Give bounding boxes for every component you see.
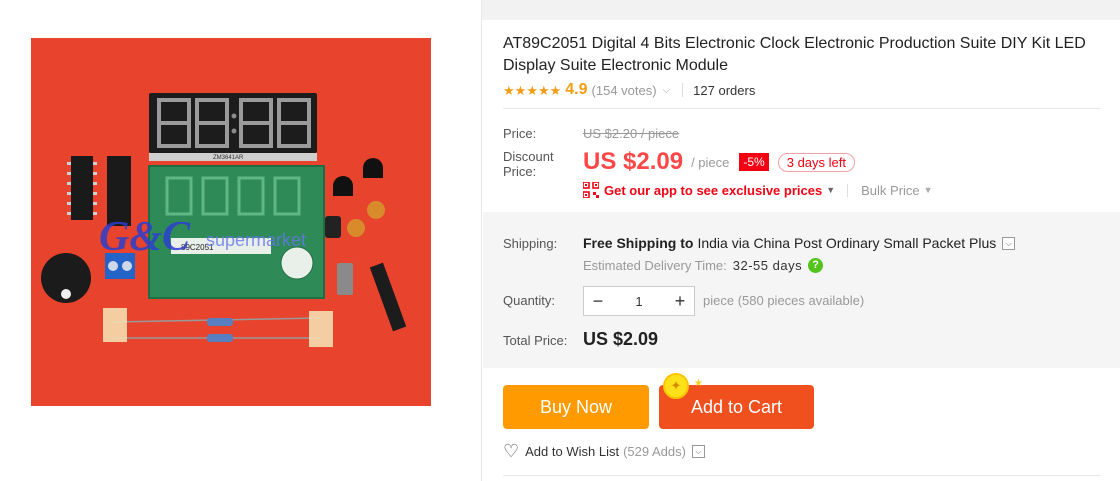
quantity-stepper: − 1 + <box>583 286 695 316</box>
increase-quantity-button[interactable]: + <box>666 291 694 312</box>
shipping-method[interactable]: Free Shipping to India via China Post Or… <box>583 235 1016 251</box>
orders-count: 127 orders <box>693 82 756 98</box>
product-photo: ZM3641AR 89C2051 G&C supermarket <box>31 38 431 406</box>
caret-down-icon[interactable]: ▼ <box>826 185 835 195</box>
decrease-quantity-button[interactable]: − <box>584 291 612 312</box>
product-title: AT89C2051 Digital 4 Bits Electronic Cloc… <box>503 35 1086 74</box>
star-icon: ★ <box>526 82 538 98</box>
star-icon: ★ <box>694 378 703 389</box>
app-price-row: Get our app to see exclusive prices ▼ Bu… <box>583 181 945 199</box>
estimated-delivery-label: Estimated Delivery Time: <box>583 258 727 273</box>
votes-count[interactable]: (154 votes) <box>592 83 657 98</box>
bulk-price-link[interactable]: Bulk Price <box>861 183 920 198</box>
divider <box>847 183 849 197</box>
wish-list-row[interactable]: ♡ Add to Wish List (529 Adds) ⌵ <box>503 442 705 460</box>
price-label: Price: <box>503 126 537 141</box>
divider <box>503 108 1100 109</box>
divider <box>682 83 684 97</box>
rating-value[interactable]: 4.9 <box>565 81 587 99</box>
app-prices-link[interactable]: Get our app to see exclusive prices <box>604 183 822 198</box>
star-icon: ★ <box>503 82 515 98</box>
current-price: US $2.09 <box>583 148 684 175</box>
discount-price-label: Discount Price: <box>503 149 554 179</box>
shipping-destination: India via China Post Ordinary Small Pack… <box>697 235 997 251</box>
chevron-down-icon[interactable]: ⌵ <box>1002 236 1016 250</box>
svg-text:supermarket: supermarket <box>206 230 306 250</box>
price-unit: / piece <box>691 154 730 170</box>
current-price-row: US $2.09 / piece -5% 3 days left <box>583 147 855 177</box>
product-image[interactable]: ZM3641AR 89C2051 G&C supermarket <box>31 38 431 406</box>
divider <box>503 475 1100 476</box>
top-strip <box>482 0 1120 20</box>
chevron-down-icon[interactable]: ⌵ <box>663 85 671 96</box>
total-price-value: US $2.09 <box>583 329 659 349</box>
original-price: US $2.20 / piece <box>583 126 680 141</box>
quantity-label: Quantity: <box>503 293 556 308</box>
rating-row: ★ ★ ★ ★ ★ 4.9 (154 votes) ⌵ 127 orders <box>503 80 755 100</box>
rating-stars[interactable]: ★ ★ ★ ★ ★ <box>503 84 561 97</box>
star-icon: ★ <box>537 82 550 98</box>
wish-list-link[interactable]: Add to Wish List <box>525 444 619 459</box>
estimated-delivery: Estimated Delivery Time: 32-55 days ? <box>583 258 824 273</box>
caret-down-icon[interactable]: ▼ <box>924 185 933 195</box>
quantity-availability: piece (580 pieces available) <box>703 293 865 308</box>
heart-icon[interactable]: ♡ <box>503 442 519 460</box>
quantity-input[interactable]: 1 <box>612 294 666 309</box>
help-icon[interactable]: ? <box>808 258 824 273</box>
product-detail-panel: AT89C2051 Digital 4 Bits Electronic Cloc… <box>481 0 1120 481</box>
buy-now-button[interactable]: Buy Now <box>503 385 649 429</box>
qr-code-icon <box>583 182 599 198</box>
discount-badge: -5% <box>739 153 769 171</box>
total-price-label: Total Price: <box>503 333 568 348</box>
star-icon: ★ <box>514 82 527 98</box>
shipping-label: Shipping: <box>503 236 558 251</box>
svg-text:ZM3641AR: ZM3641AR <box>213 155 244 161</box>
sparkle-icon: ✦ <box>663 373 689 399</box>
chevron-down-icon[interactable]: ⌵ <box>691 444 705 458</box>
svg-text:G&C: G&C <box>99 214 191 260</box>
free-shipping-text: Free Shipping to <box>583 235 694 251</box>
estimated-delivery-value: 32-55 days <box>732 258 803 273</box>
star-icon: ★ <box>549 82 562 98</box>
days-left-badge: 3 days left <box>777 152 855 172</box>
wish-list-count: (529 Adds) <box>623 443 686 459</box>
